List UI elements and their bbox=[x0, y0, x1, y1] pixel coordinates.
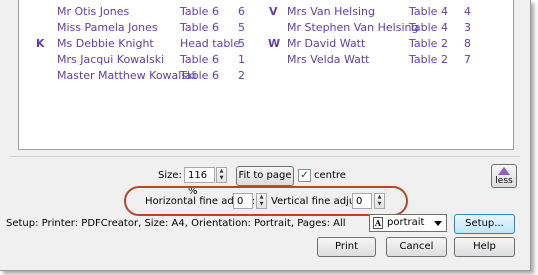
guest-table: Table 4 bbox=[409, 5, 448, 18]
guest-name: Mrs Jacqui Kowalski bbox=[57, 53, 165, 66]
guest-name: Master Matthew Kowalski bbox=[57, 69, 197, 82]
guest-name: Ms Debbie Knight bbox=[57, 37, 154, 50]
guest-name: Mrs Velda Watt bbox=[287, 53, 370, 66]
print-button[interactable]: Print bbox=[317, 237, 376, 257]
orientation-value: portrait bbox=[387, 217, 425, 228]
guest-name: Miss Pamela Jones bbox=[57, 21, 158, 34]
guest-table: Table 2 bbox=[409, 53, 448, 66]
guest-table: Table 2 bbox=[409, 37, 448, 50]
spin-down-icon[interactable]: ▼ bbox=[217, 175, 226, 182]
index-letter: W bbox=[268, 37, 281, 50]
setup-summary: Setup: Printer: PDFCreator, Size: A4, Or… bbox=[6, 218, 346, 229]
guest-name: Mr Stephen Van Helsing bbox=[287, 21, 419, 34]
guest-seat: 6 bbox=[238, 5, 245, 18]
guest-table: Table 6 bbox=[180, 5, 219, 18]
size-label: Size: bbox=[158, 170, 182, 181]
index-letter: V bbox=[269, 5, 278, 18]
fit-to-page-button[interactable]: Fit to page bbox=[236, 166, 294, 186]
guest-name: Mr David Watt bbox=[287, 37, 366, 50]
index-letter: K bbox=[36, 37, 45, 50]
print-dialog: K Mr Otis Jones Table 6 6 Miss Pamela Jo… bbox=[0, 0, 531, 271]
page-orientation-icon: A bbox=[373, 217, 383, 229]
collapse-up-icon bbox=[498, 167, 510, 175]
guest-table: Table 6 bbox=[180, 21, 219, 34]
guest-seat: 4 bbox=[464, 5, 471, 18]
divider bbox=[10, 156, 520, 157]
less-button[interactable]: less bbox=[491, 164, 517, 188]
cancel-button[interactable]: Cancel bbox=[386, 237, 447, 257]
size-field[interactable]: 116 % bbox=[184, 167, 215, 197]
help-button[interactable]: Help bbox=[454, 237, 515, 257]
less-button-label: less bbox=[495, 176, 513, 186]
guest-seat: 1 bbox=[238, 53, 245, 66]
guest-table: Head table bbox=[180, 37, 241, 50]
spin-up-icon[interactable]: ▲ bbox=[217, 168, 226, 175]
size-spinner[interactable]: ▲ ▼ bbox=[216, 167, 227, 183]
guest-name: Mr Otis Jones bbox=[57, 5, 130, 18]
guest-name: Mrs Van Helsing bbox=[287, 5, 375, 18]
centre-checkbox[interactable]: ✓ bbox=[298, 169, 311, 182]
highlight-oval bbox=[124, 186, 408, 216]
guest-seat: 7 bbox=[464, 53, 471, 66]
print-preview-pane[interactable]: K Mr Otis Jones Table 6 6 Miss Pamela Jo… bbox=[18, 0, 514, 150]
setup-button[interactable]: Setup... bbox=[454, 214, 515, 234]
guest-seat: 8 bbox=[464, 37, 471, 50]
guest-table: Table 4 bbox=[409, 21, 448, 34]
guest-table: Table 6 bbox=[180, 69, 219, 82]
guest-seat: 3 bbox=[464, 21, 471, 34]
centre-label: centre bbox=[314, 170, 346, 181]
guest-seat: 5 bbox=[238, 37, 245, 50]
orientation-select[interactable]: A portrait bbox=[369, 214, 447, 232]
guest-table: Table 6 bbox=[180, 53, 219, 66]
guest-seat: 5 bbox=[238, 21, 245, 34]
dropdown-arrow-icon[interactable] bbox=[434, 221, 442, 226]
guest-seat: 2 bbox=[238, 69, 245, 82]
